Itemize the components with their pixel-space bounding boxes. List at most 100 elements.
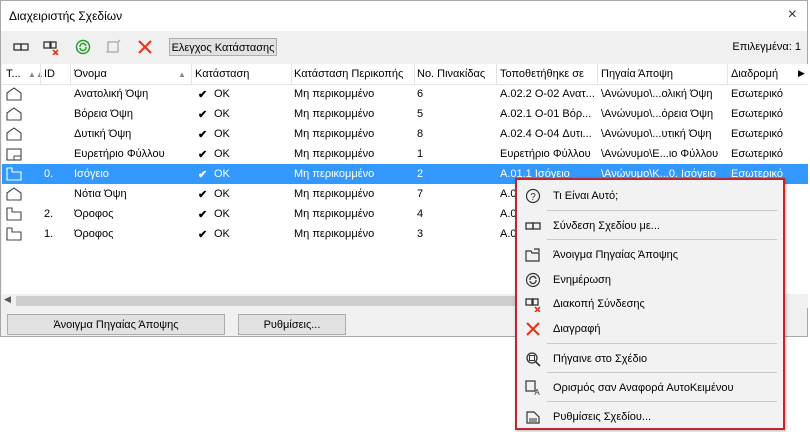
cell-path: Εσωτερικό — [731, 148, 783, 160]
cell-id: 0. — [44, 168, 54, 180]
cell-no: 7 — [417, 188, 424, 200]
sort-icon: ▲▲ — [28, 70, 44, 79]
cell-no: 2 — [417, 168, 424, 180]
settings-button[interactable]: Ρυθμίσεις... — [238, 314, 346, 335]
cell-crop: Μη περικομμένο — [294, 128, 375, 140]
check-icon: ✔ — [198, 89, 208, 101]
cell-no: 4 — [417, 208, 424, 220]
sort-icon: ▲ — [178, 70, 186, 79]
cell-name: Όροφος — [74, 208, 114, 220]
col-status-header[interactable]: Κατάσταση — [195, 68, 249, 80]
elevation-view-icon — [6, 187, 22, 201]
menu-item-link-drawing[interactable]: Σύνδεση Σχεδίου με... — [517, 215, 783, 237]
menu-label: Άνοιγμα Πηγαίας Άποψης — [553, 249, 679, 261]
table-row[interactable]: Ανατολική Όψη OK ✔ Μη περικομμένο 6 A.02.2 O-… — [2, 84, 808, 104]
menu-item-drawing-settings[interactable]: Ρυθμίσεις Σχεδίου... — [517, 406, 783, 428]
cell-path: Εσωτερικό — [731, 108, 783, 120]
col-name-header[interactable]: Όνομα — [74, 68, 107, 80]
table-row[interactable]: Δυτική Όψη OK ✔ Μη περικομμένο 8 A.02.4 O-04 … — [2, 124, 808, 144]
col-source-header[interactable]: Πηγαία Άποψη — [601, 68, 673, 80]
menu-separator — [547, 210, 777, 211]
cell-no: 1 — [417, 148, 424, 160]
open-folder-icon — [525, 248, 540, 262]
cell-path: Εσωτερικό — [731, 88, 783, 100]
cell-crop: Μη περικομμένο — [294, 168, 375, 180]
menu-label: Πήγαινε στο Σχέδιο — [553, 353, 648, 365]
cell-crop: Μη περικομμένο — [294, 188, 375, 200]
title-bar: Διαχειριστής Σχεδίων × — [1, 1, 807, 31]
cell-status: OK — [214, 188, 230, 200]
elevation-view-icon — [6, 87, 22, 101]
link-icon[interactable] — [13, 39, 29, 55]
window-title: Διαχειριστής Σχεδίων — [9, 9, 123, 23]
close-icon[interactable]: × — [788, 6, 797, 24]
toolbar: Ελεγχος Κατάστασης Επιλεγμένα: 1 — [1, 31, 807, 63]
table-header: Τ... ▲▲ ID Όνομα ▲ Κατάσταση Κατάσταση Π… — [2, 64, 808, 85]
cell-placed: A.02.1 O-01 Βόρ... — [500, 108, 592, 120]
cell-no: 5 — [417, 108, 424, 120]
check-icon: ✔ — [198, 129, 208, 141]
context-menu: ? Τι Είναι Αυτό; Σύνδεση Σχεδίου με... Ά… — [515, 178, 785, 430]
selected-count: Επιλεγμένα: 1 — [732, 41, 801, 53]
cell-crop: Μη περικομμένο — [294, 228, 375, 240]
menu-item-open-source-view[interactable]: Άνοιγμα Πηγαίας Άποψης — [517, 244, 783, 266]
col-no-header[interactable]: Νο. Πινακίδας — [417, 68, 485, 80]
cell-placed: Ευρετήριο Φύλλου — [500, 148, 591, 160]
plan-view-icon — [6, 207, 22, 221]
check-icon: ✔ — [198, 109, 208, 121]
col-placed-header[interactable]: Τοποθετήθηκε σε — [500, 68, 584, 80]
menu-label: Ορισμός σαν Αναφορά ΑυτοΚειμένου — [553, 382, 734, 394]
menu-separator — [547, 343, 777, 344]
cell-id: 2. — [44, 208, 54, 220]
table-row[interactable]: Ευρετήριο Φύλλου OK ✔ Μη περικομμένο 1 Ευρετή… — [2, 144, 808, 164]
scroll-left-icon[interactable]: ◀ — [4, 294, 11, 305]
plan-view-icon — [6, 227, 22, 241]
svg-text:A: A — [534, 388, 540, 396]
cell-path: Εσωτερικό — [731, 128, 783, 140]
menu-separator — [547, 401, 777, 402]
scroll-right-icon[interactable]: ▶ — [798, 68, 805, 79]
cell-source: \Ανώνυμο\...ολική Όψη — [601, 88, 713, 100]
menu-item-go-to-drawing[interactable]: Πήγαινε στο Σχέδιο — [517, 348, 783, 370]
delete-icon — [526, 322, 540, 336]
table-row[interactable]: Βόρεια Όψη OK ✔ Μη περικομμένο 5 A.02.1 O-01 … — [2, 104, 808, 124]
open-source-view-button[interactable]: Άνοιγμα Πηγαίας Άποψης — [7, 314, 225, 335]
check-status-button[interactable]: Ελεγχος Κατάστασης — [169, 38, 277, 56]
cell-name: Ανατολική Όψη — [74, 88, 149, 100]
menu-item-set-autotext-reference[interactable]: A Ορισμός σαν Αναφορά ΑυτοΚειμένου — [517, 377, 783, 399]
menu-item-unlink[interactable]: Διακοπή Σύνδεσης — [517, 293, 783, 315]
menu-item-delete[interactable]: Διαγραφή — [517, 318, 783, 340]
cell-crop: Μη περικομμένο — [294, 208, 375, 220]
cell-source: \Ανώνυμο\Ε...ιο Φύλλου — [601, 148, 719, 160]
menu-label: Διακοπή Σύνδεσης — [553, 298, 645, 310]
cell-no: 6 — [417, 88, 424, 100]
delete-icon[interactable] — [137, 39, 153, 55]
menu-label: Ενημέρωση — [553, 274, 611, 286]
col-id-header[interactable]: ID — [44, 68, 55, 80]
cell-status: OK — [214, 148, 230, 160]
cell-placed: A.02.4 O-04 Δυτι... — [500, 128, 592, 140]
col-path-header[interactable]: Διαδρομή — [731, 68, 778, 80]
cell-no: 3 — [417, 228, 424, 240]
menu-separator — [547, 372, 777, 373]
cell-source: \Ανώνυμο\...όρεια Όψη — [601, 108, 714, 120]
cell-placed: A.02.2 O-02 Ανατ... — [500, 88, 595, 100]
cell-source: \Ανώνυμο\...υτική Όψη — [601, 128, 712, 140]
col-crop-header[interactable]: Κατάσταση Περικοπής — [294, 68, 412, 80]
index-view-icon — [6, 148, 22, 161]
elevation-view-icon — [6, 127, 22, 141]
cell-name: Βόρεια Όψη — [74, 108, 133, 120]
unlink-icon[interactable] — [43, 39, 59, 55]
cell-no: 8 — [417, 128, 424, 140]
menu-item-update[interactable]: Ενημέρωση — [517, 269, 783, 291]
cell-id: 1. — [44, 228, 54, 240]
menu-item-what-is-this[interactable]: ? Τι Είναι Αυτό; — [517, 185, 783, 207]
unlink-icon — [525, 298, 541, 312]
check-icon: ✔ — [198, 189, 208, 201]
cell-status: OK — [214, 208, 230, 220]
stop-icon[interactable] — [105, 39, 121, 55]
update-icon[interactable] — [75, 39, 91, 55]
plan-view-icon — [6, 167, 22, 181]
cell-name: Ευρετήριο Φύλλου — [74, 148, 165, 160]
menu-label: Ρυθμίσεις Σχεδίου... — [553, 411, 652, 423]
